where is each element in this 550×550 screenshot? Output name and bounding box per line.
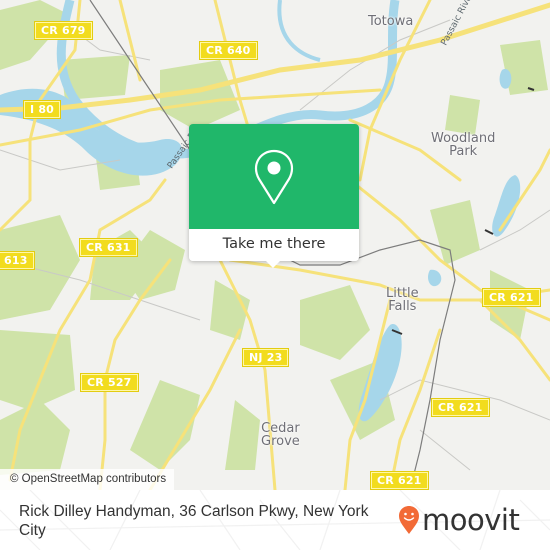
place-label-totowa: Totowa [368, 14, 414, 29]
road-label-cr631: CR 631 [79, 238, 138, 257]
popup-header [189, 124, 359, 229]
road-label-cr621: CR 621 [482, 288, 541, 307]
place-title: Rick Dilley Handyman, 36 Carlson Pkwy, N… [19, 503, 369, 539]
place-label-cedar-grove: Cedar Grove [261, 421, 300, 449]
road-label-cr679: CR 679 [34, 21, 93, 40]
popup-pointer [265, 260, 281, 268]
moovit-logo[interactable]: moovit [398, 500, 520, 540]
place-label-woodland-park: Woodland Park [431, 131, 496, 159]
map-pin-icon [254, 149, 294, 204]
road-label-cr613: 613 [0, 251, 35, 270]
stream [277, 0, 321, 62]
moovit-smiley-pin-icon [399, 506, 419, 534]
footer: Rick Dilley Handyman, 36 Carlson Pkwy, N… [0, 490, 550, 550]
road-label-nj23: NJ 23 [241, 348, 290, 367]
road-label-cr621: CR 621 [370, 471, 429, 490]
moovit-wordmark: moovit [422, 503, 520, 537]
take-me-there-button[interactable]: Take me there [189, 229, 359, 261]
road-label-cr621: CR 621 [431, 398, 490, 417]
location-popup: Take me there [189, 124, 359, 268]
map-attribution[interactable]: © OpenStreetMap contributors [0, 469, 175, 490]
place-label-little-falls: Little Falls [386, 286, 419, 314]
road-label-i80: I 80 [22, 100, 62, 119]
road-label-cr640: CR 640 [199, 41, 258, 60]
road-label-cr527: CR 527 [80, 373, 139, 392]
map[interactable]: CR 679 CR 640 I 80 CR 631 613 CR 527 NJ … [0, 0, 550, 490]
